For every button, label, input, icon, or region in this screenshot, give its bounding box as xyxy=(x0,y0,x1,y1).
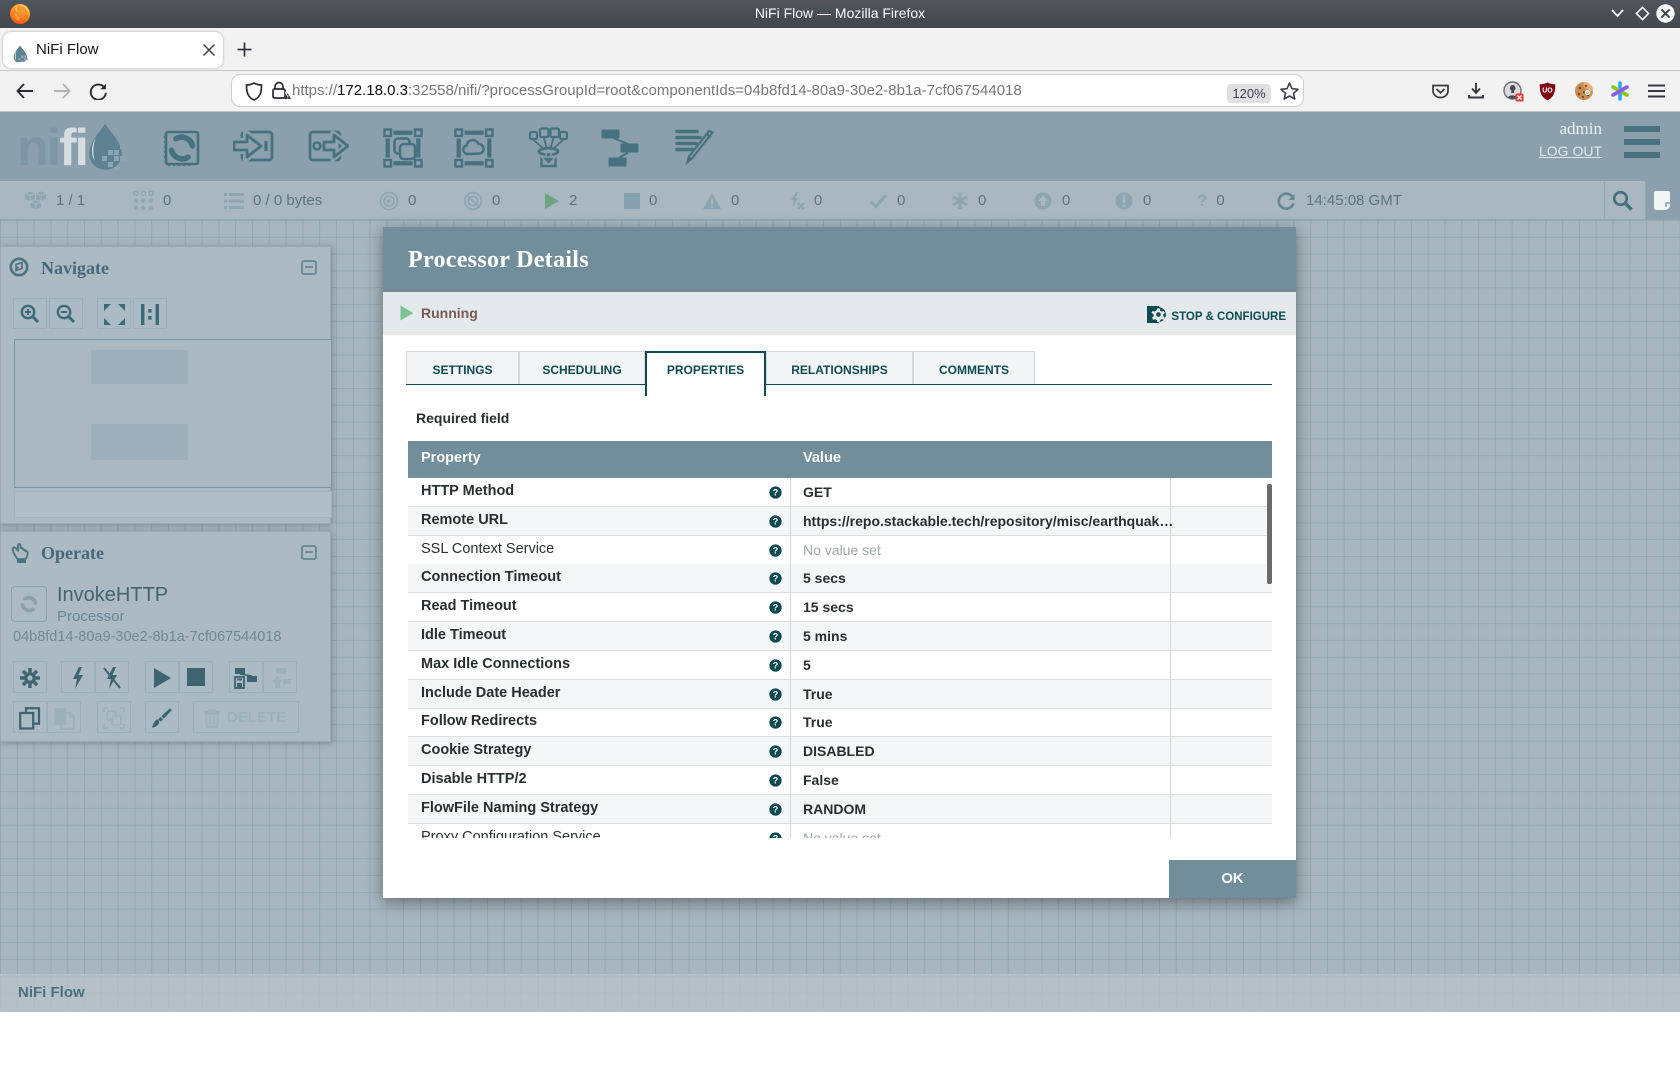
svg-text:?: ? xyxy=(773,574,778,584)
svg-text:?: ? xyxy=(773,660,778,670)
svg-text:?: ? xyxy=(773,603,778,613)
svg-text:?: ? xyxy=(773,804,778,814)
svg-text:?: ? xyxy=(773,488,778,498)
svg-text:?: ? xyxy=(773,833,778,838)
svg-text:UO: UO xyxy=(1542,88,1553,95)
svg-text:?: ? xyxy=(773,776,778,786)
svg-text:?: ? xyxy=(773,545,778,555)
svg-text:?: ? xyxy=(773,516,778,526)
svg-text:?: ? xyxy=(773,718,778,728)
svg-text:?: ? xyxy=(773,632,778,642)
svg-text:?: ? xyxy=(773,747,778,757)
svg-text:?: ? xyxy=(773,689,778,699)
